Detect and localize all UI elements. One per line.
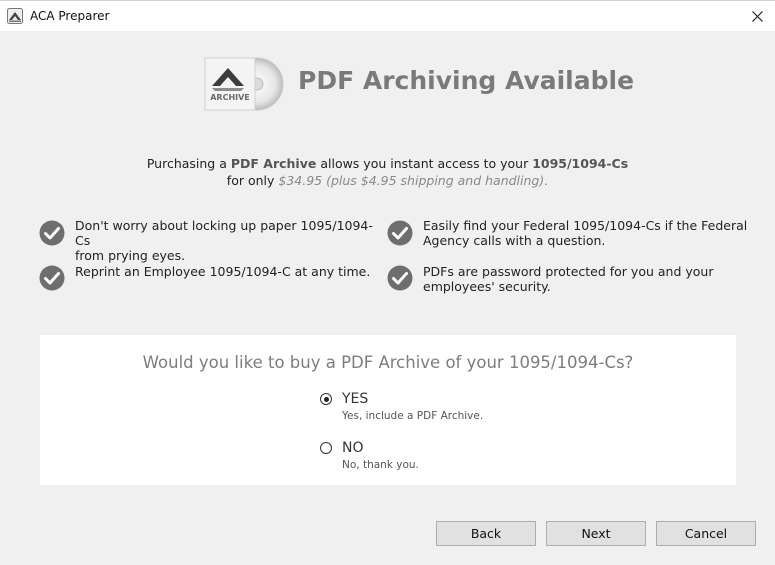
radio-selected-dot [323, 396, 329, 402]
close-button[interactable] [745, 5, 769, 27]
feature-password-protected: PDFs are password protected for you and … [423, 264, 763, 294]
intro-product-name: PDF Archive [230, 156, 317, 171]
feature-text: Don't worry about locking up paper 1095/… [75, 218, 373, 248]
feature-easy-find: Easily find your Federal 1095/1094-Cs if… [423, 218, 763, 248]
radio-no-label[interactable]: NO [342, 440, 364, 456]
feature-text: PDFs are password protected for you and … [423, 264, 714, 279]
intro-forms-name: 1095/1094-Cs [532, 156, 629, 171]
radio-option-no[interactable]: NO No, thank you. [320, 440, 520, 476]
next-button[interactable]: Next [546, 521, 646, 546]
page-title: PDF Archiving Available [298, 66, 635, 95]
feature-text: from prying eyes. [75, 248, 186, 263]
archive-logo-label: ARCHIVE [210, 93, 250, 102]
intro-line-1: Purchasing a PDF Archive allows you inst… [0, 156, 775, 171]
radio-yes-sublabel: Yes, include a PDF Archive. [342, 410, 484, 422]
archive-logo-icon: ARCHIVE [204, 57, 284, 111]
intro-text: for only [226, 173, 279, 188]
title-bar: ACA Preparer [0, 0, 775, 31]
hero-header: ARCHIVE PDF Archiving Available [203, 56, 643, 114]
feature-text: Easily find your Federal 1095/1094-Cs if… [423, 218, 748, 233]
aca-preparer-window: ACA Preparer ARCHIVE PDF Archiving Avail [0, 0, 775, 565]
checkmark-icon [387, 220, 413, 246]
feature-text: employees' security. [423, 279, 551, 294]
radio-yes[interactable] [320, 393, 332, 405]
intro-line-2: for only $34.95 (plus $4.95 shipping and… [0, 173, 775, 188]
checkmark-icon [39, 220, 65, 246]
radio-no[interactable] [320, 442, 332, 454]
back-button[interactable]: Back [436, 521, 536, 546]
feature-text: Reprint an Employee 1095/1094-C at any t… [75, 264, 371, 279]
feature-text: Agency calls with a question. [423, 233, 606, 248]
radio-option-yes[interactable]: YES Yes, include a PDF Archive. [320, 391, 520, 427]
purchase-question-panel: Would you like to buy a PDF Archive of y… [40, 335, 736, 485]
checkmark-icon [387, 265, 413, 291]
checkmark-icon [39, 265, 65, 291]
intro-price: $34.95 (plus $4.95 shipping and handling… [278, 173, 549, 188]
feature-paper-security: Don't worry about locking up paper 1095/… [75, 218, 385, 263]
radio-yes-label[interactable]: YES [342, 391, 368, 407]
feature-reprint: Reprint an Employee 1095/1094-C at any t… [75, 264, 385, 279]
radio-no-sublabel: No, thank you. [342, 459, 419, 471]
aca-preparer-icon [7, 8, 23, 24]
cancel-button[interactable]: Cancel [656, 521, 756, 546]
close-icon [751, 10, 763, 22]
intro-text: Purchasing a [146, 156, 231, 171]
purchase-question: Would you like to buy a PDF Archive of y… [142, 353, 634, 372]
intro-text: allows you instant access to your [316, 156, 533, 171]
window-title: ACA Preparer [30, 9, 110, 23]
